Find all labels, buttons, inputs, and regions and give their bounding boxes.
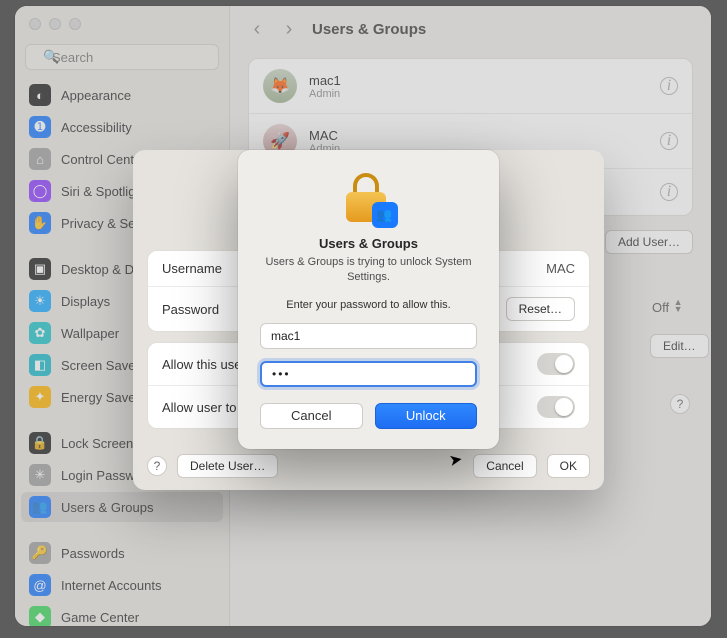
sidebar-item-label: Energy Saver — [61, 390, 140, 405]
username-label: Username — [162, 261, 222, 276]
sidebar-item-label: Game Center — [61, 610, 139, 625]
allow-admin-label: Allow this user — [162, 357, 246, 372]
minimize-window-icon[interactable] — [49, 18, 61, 30]
search-icon: 🔍 — [43, 49, 59, 65]
sidebar-icon: ✦ — [29, 386, 51, 408]
allow-reset-toggle[interactable] — [537, 396, 575, 418]
user-role: Admin — [309, 88, 648, 100]
close-window-icon[interactable] — [29, 18, 41, 30]
sidebar-icon: ✋ — [29, 212, 51, 234]
sidebar-icon: ◐ — [29, 84, 51, 106]
allow-admin-toggle[interactable] — [537, 353, 575, 375]
sidebar-icon: ◧ — [29, 354, 51, 376]
auth-password-input[interactable] — [260, 361, 477, 387]
ok-button[interactable]: OK — [547, 454, 590, 478]
sidebar-item-label: Lock Screen — [61, 436, 133, 451]
sidebar-icon: 🔑 — [29, 542, 51, 564]
users-badge-icon: 👥 — [372, 202, 398, 228]
auth-username-input[interactable] — [260, 323, 477, 349]
sidebar-icon: ◯ — [29, 180, 51, 202]
add-user-button[interactable]: Add User… — [605, 230, 693, 254]
zoom-window-icon[interactable] — [69, 18, 81, 30]
sidebar-item-label: Appearance — [61, 88, 131, 103]
sidebar-item-label: Displays — [61, 294, 110, 309]
lock-icon: 👥 — [340, 172, 398, 228]
dialog-prompt: Enter your password to allow this. — [260, 299, 477, 311]
info-icon[interactable]: i — [660, 77, 678, 95]
sidebar-icon: ⌂ — [29, 148, 51, 170]
auth-dialog: 👥 Users & Groups Users & Groups is tryin… — [238, 150, 499, 449]
user-name: MAC — [309, 128, 648, 143]
info-icon[interactable]: i — [660, 132, 678, 150]
sidebar-item-label: Wallpaper — [61, 326, 119, 341]
sidebar-item-appearance[interactable]: ◐ Appearance — [21, 80, 223, 110]
sidebar-icon: ✿ — [29, 322, 51, 344]
sidebar-item-users-groups[interactable]: 👥 Users & Groups — [21, 492, 223, 522]
sidebar-item-accessibility[interactable]: ➊ Accessibility — [21, 112, 223, 142]
back-icon[interactable]: ‹ — [248, 18, 266, 41]
stepper-icon[interactable]: ▲▼ — [674, 299, 683, 313]
edit-button[interactable]: Edit… — [650, 334, 709, 358]
allow-reset-label: Allow user to — [162, 400, 236, 415]
dialog-cancel-button[interactable]: Cancel — [260, 403, 363, 429]
sidebar-icon: 👥 — [29, 496, 51, 518]
avatar: 🦊 — [263, 69, 297, 103]
sidebar-item-passwords[interactable]: 🔑 Passwords — [21, 538, 223, 568]
sidebar-icon: ◆ — [29, 606, 51, 626]
sidebar-item-internet-accounts[interactable]: @ Internet Accounts — [21, 570, 223, 600]
sidebar-icon: ✳ — [29, 464, 51, 486]
sidebar-icon: ➊ — [29, 116, 51, 138]
cancel-button[interactable]: Cancel — [473, 454, 536, 478]
user-row[interactable]: 🦊 mac1 Admin i — [249, 59, 692, 114]
sidebar-item-label: Screen Saver — [61, 358, 140, 373]
window-controls — [15, 6, 229, 40]
delete-user-button[interactable]: Delete User… — [177, 454, 278, 478]
username-value: MAC — [546, 261, 575, 276]
dialog-message: Users & Groups is trying to unlock Syste… — [260, 255, 477, 285]
info-icon[interactable]: i — [660, 183, 678, 201]
sidebar-item-label: Passwords — [61, 546, 125, 561]
reset-password-button[interactable]: Reset… — [506, 297, 575, 321]
automatic-login-value: Off — [652, 300, 669, 315]
user-name: mac1 — [309, 73, 648, 88]
sidebar-icon: ☀ — [29, 290, 51, 312]
help-icon[interactable]: ? — [147, 456, 167, 476]
dialog-title: Users & Groups — [260, 236, 477, 251]
sidebar-icon: @ — [29, 574, 51, 596]
sidebar-item-game-center[interactable]: ◆ Game Center — [21, 602, 223, 626]
sidebar-icon: 🔒 — [29, 432, 51, 454]
sidebar-icon: ▣ — [29, 258, 51, 280]
sidebar-item-label: Accessibility — [61, 120, 132, 135]
password-label: Password — [162, 302, 219, 317]
help-icon[interactable]: ? — [670, 394, 690, 414]
forward-icon[interactable]: › — [280, 18, 298, 41]
dialog-unlock-button[interactable]: Unlock — [375, 403, 478, 429]
page-title: Users & Groups — [312, 21, 426, 38]
sidebar-item-label: Users & Groups — [61, 500, 153, 515]
sidebar-item-label: Internet Accounts — [61, 578, 161, 593]
